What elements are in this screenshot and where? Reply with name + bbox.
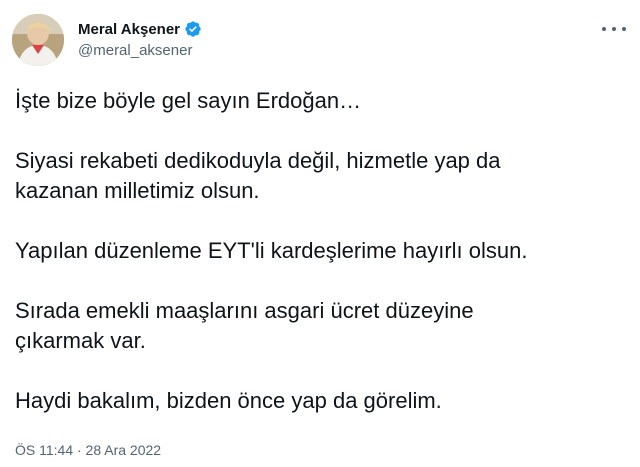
tweet-paragraph: İşte bize böyle gel sayın Erdoğan…: [15, 88, 362, 113]
display-name[interactable]: Meral Akşener: [78, 21, 180, 38]
tweet-timestamp[interactable]: ÖS 11:44 · 28 Ara 2022: [15, 442, 161, 458]
verified-badge-icon: [184, 20, 202, 38]
more-options-icon[interactable]: [602, 22, 626, 36]
more-dot: [602, 27, 606, 31]
author-name-row: Meral Akşener: [78, 18, 202, 40]
tweet-paragraph: Siyasi rekabeti dedikoduyla değil, hizme…: [15, 148, 501, 203]
more-dot: [612, 27, 616, 31]
tweet-paragraph: Sırada emekli maaşlarını asgari ücret dü…: [15, 298, 474, 353]
more-dot: [622, 27, 626, 31]
tweet-paragraph: Haydi bakalım, bizden önce yap da göreli…: [15, 388, 442, 413]
avatar-photo: [12, 14, 64, 66]
author-handle[interactable]: @meral_aksener: [78, 42, 192, 59]
tweet-paragraph: Yapılan düzenleme EYT'li kardeşlerime ha…: [15, 238, 528, 263]
tweet-text: İşte bize böyle gel sayın Erdoğan… Siyas…: [15, 86, 625, 446]
avatar[interactable]: [12, 14, 64, 66]
